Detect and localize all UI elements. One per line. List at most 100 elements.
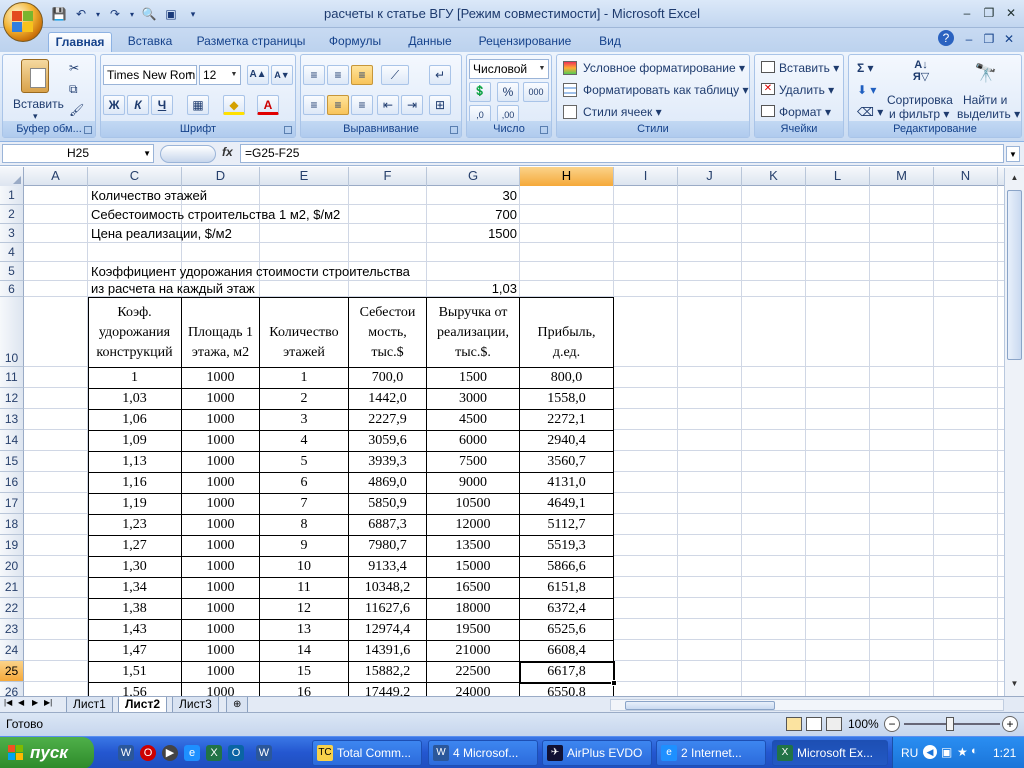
formula-bar-knob-icon[interactable]	[160, 145, 216, 163]
table-cell[interactable]: 15000	[427, 557, 520, 578]
table-cell[interactable]: 12000	[427, 515, 520, 536]
price-label[interactable]: Цена реализации, $/м2	[88, 224, 388, 243]
find-select-label-2[interactable]: выделить ▾	[957, 107, 1020, 121]
table-cell[interactable]: 1,19	[88, 494, 182, 515]
table-cell[interactable]: 1000	[182, 620, 260, 641]
quicklaunch-opera-icon[interactable]: O	[140, 745, 156, 761]
table-cell[interactable]: 7980,7	[349, 536, 427, 557]
table-cell[interactable]: 5850,9	[349, 494, 427, 515]
row-header-3[interactable]: 3	[0, 224, 24, 243]
table-cell[interactable]: 2940,4	[520, 431, 614, 452]
shrink-font-button[interactable]: A▼	[271, 65, 293, 85]
quicklaunch-excel-icon[interactable]: X	[206, 745, 222, 761]
tray-network-icon[interactable]: ▣	[941, 745, 952, 759]
table-cell[interactable]: 1000	[182, 599, 260, 620]
zoom-slider-thumb[interactable]	[946, 717, 954, 731]
table-cell[interactable]: 6151,8	[520, 578, 614, 599]
table-cell[interactable]: 1000	[182, 683, 260, 697]
inner-close-button[interactable]: ✕	[1000, 30, 1018, 48]
table-header-4[interactable]: Выручка от реализации, тыс.$.	[427, 297, 520, 368]
insert-cells-button[interactable]: Вставить ▾	[779, 59, 839, 79]
coef-label-line-2[interactable]: из расчета на каждый этаж	[88, 281, 388, 297]
currency-format-button[interactable]: 💲	[469, 82, 491, 102]
table-cell[interactable]: 21000	[427, 641, 520, 662]
table-cell[interactable]: 1,43	[88, 620, 182, 641]
fill-button[interactable]: ⬇ ▾	[857, 81, 876, 101]
column-header-A[interactable]: A	[24, 167, 88, 186]
table-cell[interactable]: 14	[260, 641, 349, 662]
tab-formulas[interactable]: Формулы	[322, 32, 388, 52]
row-header-20[interactable]: 20	[0, 556, 24, 577]
minimize-button[interactable]: –	[956, 4, 978, 22]
table-cell[interactable]: 4649,1	[520, 494, 614, 515]
page-layout-view-icon[interactable]	[806, 717, 822, 731]
alignment-launcher-icon[interactable]	[450, 126, 458, 134]
find-select-label-1[interactable]: Найти и	[963, 93, 1007, 107]
table-cell[interactable]: 700,0	[349, 368, 427, 389]
sheet-nav-last-icon[interactable]: ▶|	[44, 698, 52, 707]
sheet-nav-next-icon[interactable]: ▶	[32, 698, 38, 707]
table-cell[interactable]: 9000	[427, 473, 520, 494]
insert-function-icon[interactable]: fx	[222, 145, 233, 159]
table-cell[interactable]: 9	[260, 536, 349, 557]
table-cell[interactable]: 9133,4	[349, 557, 427, 578]
table-cell[interactable]: 12974,4	[349, 620, 427, 641]
table-header-0[interactable]: Коэф. удорожания конструкций	[88, 297, 182, 368]
table-cell[interactable]: 1,23	[88, 515, 182, 536]
table-cell[interactable]: 13	[260, 620, 349, 641]
row-header-25[interactable]: 25	[0, 661, 24, 682]
cut-icon[interactable]: ✂	[69, 59, 79, 79]
delete-cells-button[interactable]: Удалить ▾	[779, 81, 834, 101]
table-cell[interactable]: 10500	[427, 494, 520, 515]
language-indicator[interactable]: RU	[901, 746, 918, 760]
name-box-dropdown-icon[interactable]: ▼	[143, 145, 151, 162]
close-button[interactable]: ✕	[1000, 4, 1022, 22]
column-header-G[interactable]: G	[427, 167, 520, 186]
row-header-17[interactable]: 17	[0, 493, 24, 514]
format-painter-icon[interactable]: 🖌	[69, 101, 84, 121]
table-cell[interactable]: 6	[260, 473, 349, 494]
row-header-5[interactable]: 5	[0, 262, 24, 281]
table-cell[interactable]: 10348,2	[349, 578, 427, 599]
table-header-3[interactable]: Себестои мость, тыс.$	[349, 297, 427, 368]
table-header-5[interactable]: Прибыль, д.ед.	[520, 297, 614, 368]
bold-button[interactable]: Ж	[103, 95, 125, 115]
decrease-indent-button[interactable]: ⇤	[377, 95, 399, 115]
thousands-format-button[interactable]: 000	[523, 82, 549, 102]
clipboard-launcher-icon[interactable]	[84, 126, 92, 134]
zoom-out-icon[interactable]: −	[884, 716, 900, 732]
table-cell[interactable]: 10	[260, 557, 349, 578]
column-header-F[interactable]: F	[349, 167, 427, 186]
inner-minimize-button[interactable]: –	[960, 30, 978, 48]
row-header-12[interactable]: 12	[0, 388, 24, 409]
table-cell[interactable]: 3560,7	[520, 452, 614, 473]
table-cell[interactable]: 6525,6	[520, 620, 614, 641]
table-cell[interactable]: 1000	[182, 473, 260, 494]
table-cell[interactable]: 1442,0	[349, 389, 427, 410]
row-header-18[interactable]: 18	[0, 514, 24, 535]
autosum-button[interactable]: Σ ▾	[857, 59, 874, 79]
table-cell[interactable]: 800,0	[520, 368, 614, 389]
table-cell[interactable]: 6887,3	[349, 515, 427, 536]
table-cell[interactable]: 16500	[427, 578, 520, 599]
column-header-L[interactable]: L	[806, 167, 870, 186]
sheet-tab-1[interactable]: Лист1	[66, 697, 113, 713]
table-cell[interactable]: 22500	[427, 662, 520, 683]
quicklaunch-word2-icon[interactable]: W	[256, 745, 272, 761]
column-header-N[interactable]: N	[934, 167, 998, 186]
table-cell[interactable]: 6550,8	[520, 683, 614, 697]
tab-view[interactable]: Вид	[590, 32, 630, 52]
insert-sheet-icon[interactable]: ⊕	[226, 697, 249, 713]
floors-value[interactable]: 30	[427, 186, 520, 205]
table-cell[interactable]: 1,56	[88, 683, 182, 697]
table-cell[interactable]: 1,03	[88, 389, 182, 410]
row-header-4[interactable]: 4	[0, 243, 24, 262]
table-cell[interactable]: 6608,4	[520, 641, 614, 662]
office-button[interactable]	[3, 2, 43, 42]
table-cell[interactable]: 15882,2	[349, 662, 427, 683]
quicklaunch-word-icon[interactable]: W	[118, 745, 134, 761]
table-cell[interactable]: 12	[260, 599, 349, 620]
table-cell[interactable]: 1000	[182, 557, 260, 578]
table-cell[interactable]: 1000	[182, 389, 260, 410]
copy-icon[interactable]: ⧉	[69, 80, 78, 100]
